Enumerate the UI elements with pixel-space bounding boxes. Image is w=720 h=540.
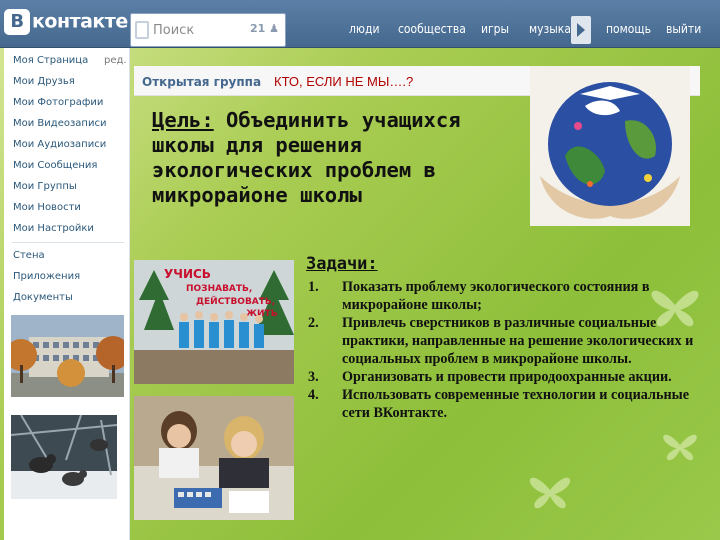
- task-text: Привлечь сверстников в различные социаль…: [342, 315, 694, 367]
- sidebar-item-news[interactable]: Мои Новости: [13, 202, 81, 213]
- search-count-badge: 21 ♟: [249, 22, 279, 35]
- group-title: КТО, ЕСЛИ НЕ МЫ….?: [274, 74, 414, 89]
- search-icon: [135, 21, 149, 39]
- tasks-list: 1. Показать проблему экологического сост…: [304, 278, 696, 422]
- task-item: 2. Привлечь сверстников в различные соци…: [304, 314, 696, 368]
- students-poster-photo[interactable]: УЧИСЬ ПОЗНАВАТЬ, ДЕЙСТВОВАТЬ, ЖИТЬ: [134, 260, 294, 384]
- sidebar-item-my-page[interactable]: Моя Страница: [13, 55, 88, 66]
- sidebar-item-photos[interactable]: Мои Фотографии: [13, 97, 103, 108]
- nav-logout[interactable]: выйти: [666, 22, 701, 36]
- vk-logo-text: контакте: [32, 10, 128, 33]
- poster-line-2: ПОЗНАВАТЬ,: [186, 284, 252, 294]
- task-number: 3.: [308, 369, 319, 385]
- sidebar-divider: [12, 242, 124, 243]
- poster-line-1: УЧИСЬ: [164, 267, 211, 281]
- person-icon: ♟: [269, 22, 279, 35]
- sidebar-item-documents[interactable]: Документы: [13, 292, 73, 303]
- task-item: 3. Организовать и провести природоохранн…: [304, 368, 696, 386]
- edit-link[interactable]: ред.: [104, 55, 127, 66]
- task-number: 1.: [308, 279, 319, 295]
- butterfly-decoration: [663, 434, 697, 461]
- nav-games[interactable]: игры: [481, 22, 509, 36]
- sidebar-item-groups[interactable]: Мои Группы: [13, 181, 77, 192]
- winter-birds-photo[interactable]: [11, 415, 117, 499]
- play-arrow-icon[interactable]: [571, 16, 591, 44]
- earth-in-hands-drawing[interactable]: [530, 66, 690, 226]
- tasks-heading: Задачи:: [306, 254, 378, 274]
- sidebar-item-apps[interactable]: Приложения: [13, 271, 80, 282]
- task-number: 2.: [308, 315, 319, 331]
- poster-line-3: ДЕЙСТВОВАТЬ,: [196, 295, 275, 307]
- task-text: Показать проблему экологического состоян…: [342, 279, 650, 313]
- students-drawing-photo[interactable]: [134, 396, 294, 520]
- vk-logo-icon: В: [4, 8, 30, 35]
- nav-communities[interactable]: сообщества: [398, 22, 466, 36]
- sidebar-item-wall[interactable]: Стена: [13, 250, 45, 261]
- sidebar-item-messages[interactable]: Мои Сообщения: [13, 160, 97, 171]
- task-number: 4.: [308, 387, 319, 403]
- search-input[interactable]: [153, 18, 253, 42]
- task-item: 4. Использовать современные технологии и…: [304, 386, 696, 422]
- goal-statement: Цель: Объединить учащихся школы для реше…: [152, 108, 512, 208]
- sidebar-item-audio[interactable]: Мои Аудиозаписи: [13, 139, 106, 150]
- task-text: Использовать современные технологии и со…: [342, 387, 689, 421]
- task-text: Организовать и провести природоохранные …: [342, 369, 672, 385]
- vk-logo[interactable]: Вконтакте: [4, 6, 128, 36]
- top-navigation-bar: Вконтакте 21 ♟ люди сообщества игры музы…: [0, 0, 720, 48]
- sidebar-item-friends[interactable]: Мои Друзья: [13, 76, 75, 87]
- school-building-photo[interactable]: [11, 315, 124, 397]
- goal-label: Цель:: [152, 108, 214, 132]
- butterfly-decoration: [529, 477, 571, 509]
- group-type-label: Открытая группа: [142, 75, 262, 89]
- task-item: 1. Показать проблему экологического сост…: [304, 278, 696, 314]
- sidebar-item-videos[interactable]: Мои Видеозаписи: [13, 118, 106, 129]
- sidebar-item-settings[interactable]: Мои Настройки: [13, 223, 94, 234]
- nav-music[interactable]: музыка: [529, 22, 571, 36]
- nav-help[interactable]: помощь: [606, 22, 651, 36]
- nav-people[interactable]: люди: [349, 22, 379, 36]
- search-box: 21 ♟: [130, 13, 286, 47]
